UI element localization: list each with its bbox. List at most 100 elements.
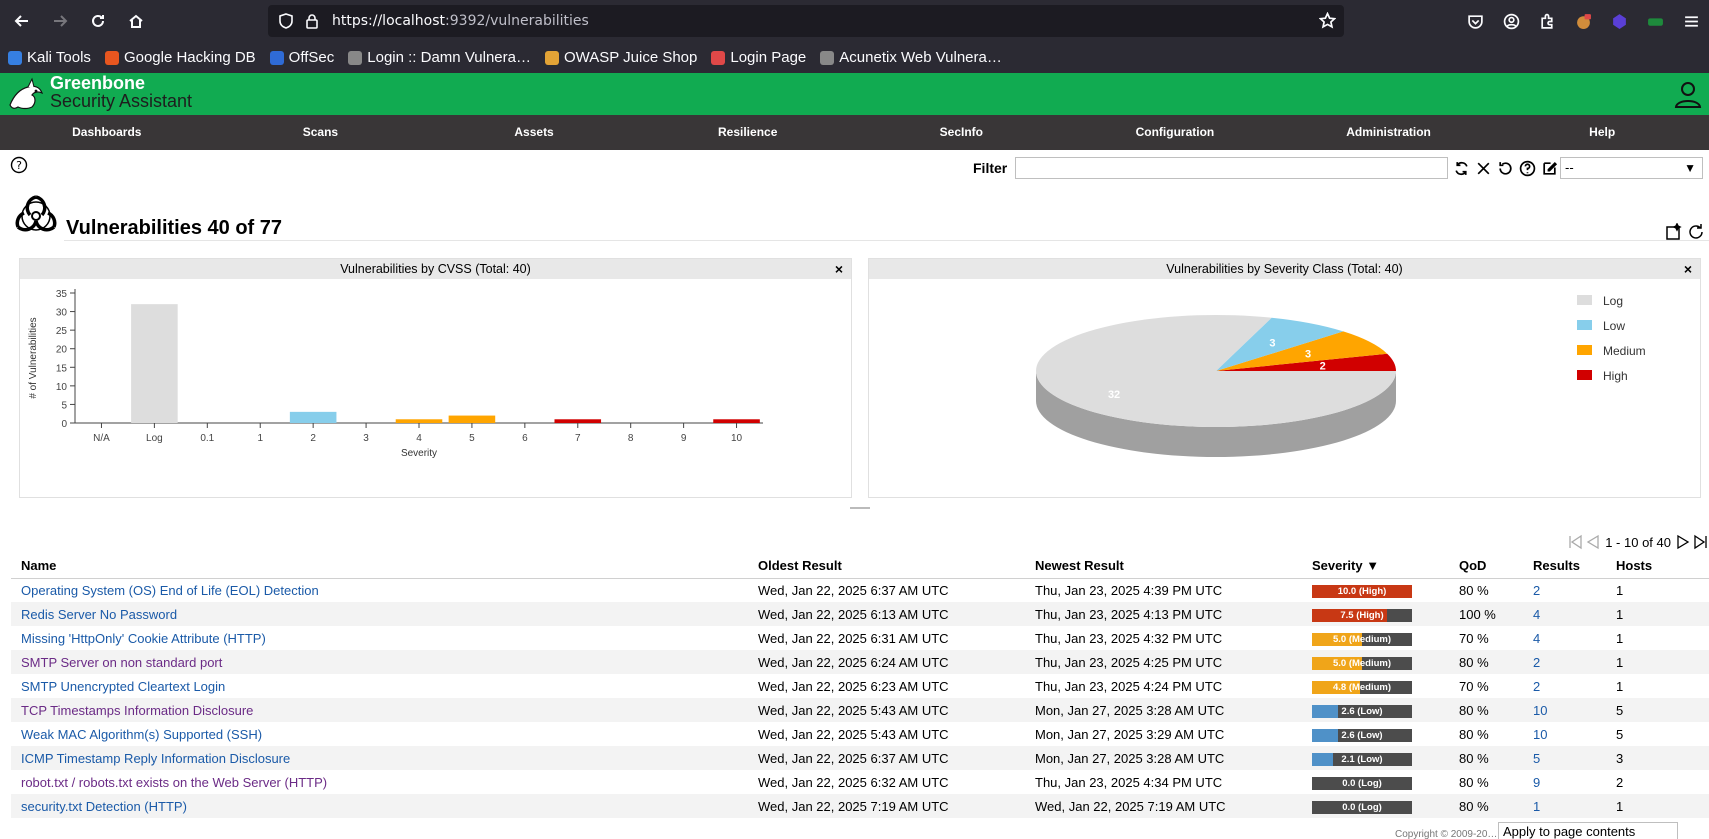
bookmark-item[interactable]: Kali Tools [8,49,91,66]
cvss-chart-header[interactable]: Vulnerabilities by CVSS (Total: 40) × [20,259,851,279]
cell-results: 2 [1523,578,1606,602]
vulnerability-link[interactable]: security.txt Detection (HTTP) [21,799,187,814]
vulnerability-link[interactable]: Missing 'HttpOnly' Cookie Attribute (HTT… [21,631,266,646]
clear-filter-icon[interactable] [1473,158,1493,178]
cookie-extension-icon[interactable] [1565,3,1601,39]
menu-item-dashboards[interactable]: Dashboards [0,115,214,150]
legend-label: Log [1603,294,1623,308]
cell-severity: 5.0 (Medium) [1302,626,1449,650]
vulnerability-link[interactable]: TCP Timestamps Information Disclosure [21,703,253,718]
severity-chart-header[interactable]: Vulnerabilities by Severity Class (Total… [869,259,1700,279]
severity-chart-panel: Vulnerabilities by Severity Class (Total… [868,258,1701,498]
column-header-results[interactable]: Results [1523,554,1606,579]
menu-item-resilience[interactable]: Resilience [641,115,855,150]
first-page-icon[interactable] [1567,534,1583,550]
reset-dashboard-icon[interactable] [1687,223,1705,241]
filter-help-icon[interactable] [1517,158,1537,178]
extensions-icon[interactable] [1529,3,1565,39]
results-link[interactable]: 4 [1533,631,1540,646]
cvss-chart-close-icon[interactable]: × [835,259,843,279]
bookmark-item[interactable]: Acunetix Web Vulnera… [820,49,1002,66]
results-link[interactable]: 2 [1533,679,1540,694]
severity-bar: 4.8 (Medium) [1312,680,1412,694]
vulnerability-link[interactable]: SMTP Server on non standard port [21,655,222,670]
reload-icon[interactable] [82,5,114,37]
refresh-filter-icon[interactable] [1451,158,1471,178]
lock-icon[interactable] [304,13,320,29]
dashboard-resize-handle[interactable] [850,507,870,509]
account-icon[interactable] [1493,3,1529,39]
menu-item-administration[interactable]: Administration [1282,115,1496,150]
cell-hosts: 5 [1606,698,1709,722]
results-link[interactable]: 2 [1533,583,1540,598]
results-link[interactable]: 10 [1533,727,1547,742]
results-link[interactable]: 4 [1533,607,1540,622]
cell-hosts: 1 [1606,674,1709,698]
bookmark-item[interactable]: Login :: Damn Vulnera… [348,49,531,66]
help-icon[interactable]: ? [10,156,28,174]
next-page-icon[interactable] [1675,534,1691,550]
menu-item-scans[interactable]: Scans [214,115,428,150]
bookmark-star-icon[interactable] [1318,11,1337,33]
cell-name: Weak MAC Algorithm(s) Supported (SSH) [11,722,748,746]
cell-name: security.txt Detection (HTTP) [11,794,748,818]
results-link[interactable]: 10 [1533,703,1547,718]
terminal-extension-icon[interactable] [1637,3,1673,39]
cell-newest-result: Thu, Jan 23, 2025 4:34 PM UTC [1025,770,1302,794]
cube-extension-icon[interactable] [1601,3,1637,39]
new-dashboard-icon[interactable] [1665,223,1683,241]
back-icon[interactable] [6,5,38,37]
bookmark-favicon-icon [820,50,835,65]
menu-icon[interactable] [1673,3,1709,39]
column-header-hosts[interactable]: Hosts [1606,554,1709,579]
vulnerability-link[interactable]: SMTP Unencrypted Cleartext Login [21,679,225,694]
menu-item-help[interactable]: Help [1495,115,1709,150]
bookmark-item[interactable]: OffSec [269,49,334,66]
url-text[interactable]: https://localhost:9392/vulnerabilities [332,13,589,29]
results-link[interactable]: 9 [1533,775,1540,790]
forward-icon[interactable] [44,5,76,37]
pocket-icon[interactable] [1457,3,1493,39]
bookmark-item[interactable]: Login Page [711,49,806,66]
column-header-oldest-result[interactable]: Oldest Result [748,554,1025,579]
previous-page-icon[interactable] [1585,534,1601,550]
svg-text:?: ? [16,159,22,172]
column-header-severity[interactable]: Severity ▼ [1302,554,1449,579]
results-link[interactable]: 2 [1533,655,1540,670]
apply-to-select[interactable]: Apply to page contents [1498,822,1678,839]
vulnerability-link[interactable]: robot.txt / robots.txt exists on the Web… [21,775,327,790]
column-header-name[interactable]: Name [11,554,748,579]
filter-input[interactable] [1015,157,1448,179]
shield-icon[interactable] [278,13,294,29]
vulnerability-link[interactable]: Weak MAC Algorithm(s) Supported (SSH) [21,727,262,742]
cell-severity: 2.1 (Low) [1302,746,1449,770]
cell-name: Redis Server No Password [11,602,748,626]
results-link[interactable]: 5 [1533,751,1540,766]
cell-oldest-result: Wed, Jan 22, 2025 6:37 AM UTC [748,578,1025,602]
bookmark-favicon-icon [104,50,119,65]
results-link[interactable]: 1 [1533,799,1540,814]
bookmark-item[interactable]: Google Hacking DB [104,49,256,66]
x-tick-label: 10 [731,433,743,444]
filter-select[interactable]: -- ▼ [1560,157,1703,179]
severity-chart-close-icon[interactable]: × [1684,259,1692,279]
reset-filter-icon[interactable] [1495,158,1515,178]
x-tick-label: 1 [257,433,263,444]
cell-newest-result: Thu, Jan 23, 2025 4:32 PM UTC [1025,626,1302,650]
user-icon[interactable] [1673,79,1703,109]
last-page-icon[interactable] [1693,534,1709,550]
menu-item-configuration[interactable]: Configuration [1068,115,1282,150]
menu-item-assets[interactable]: Assets [427,115,641,150]
greenbone-logo-icon[interactable] [6,75,46,113]
bookmark-item[interactable]: OWASP Juice Shop [544,49,697,66]
vulnerability-link[interactable]: ICMP Timestamp Reply Information Disclos… [21,751,290,766]
vulnerability-link[interactable]: Operating System (OS) End of Life (EOL) … [21,583,319,598]
severity-bar: 0.0 (Log) [1312,776,1412,790]
column-header-newest-result[interactable]: Newest Result [1025,554,1302,579]
vulnerability-link[interactable]: Redis Server No Password [21,607,177,622]
menu-item-secinfo[interactable]: SecInfo [855,115,1069,150]
edit-filter-icon[interactable] [1539,158,1559,178]
address-bar[interactable]: https://localhost:9392/vulnerabilities [268,5,1344,37]
home-icon[interactable] [120,5,152,37]
column-header-qod[interactable]: QoD [1449,554,1523,579]
